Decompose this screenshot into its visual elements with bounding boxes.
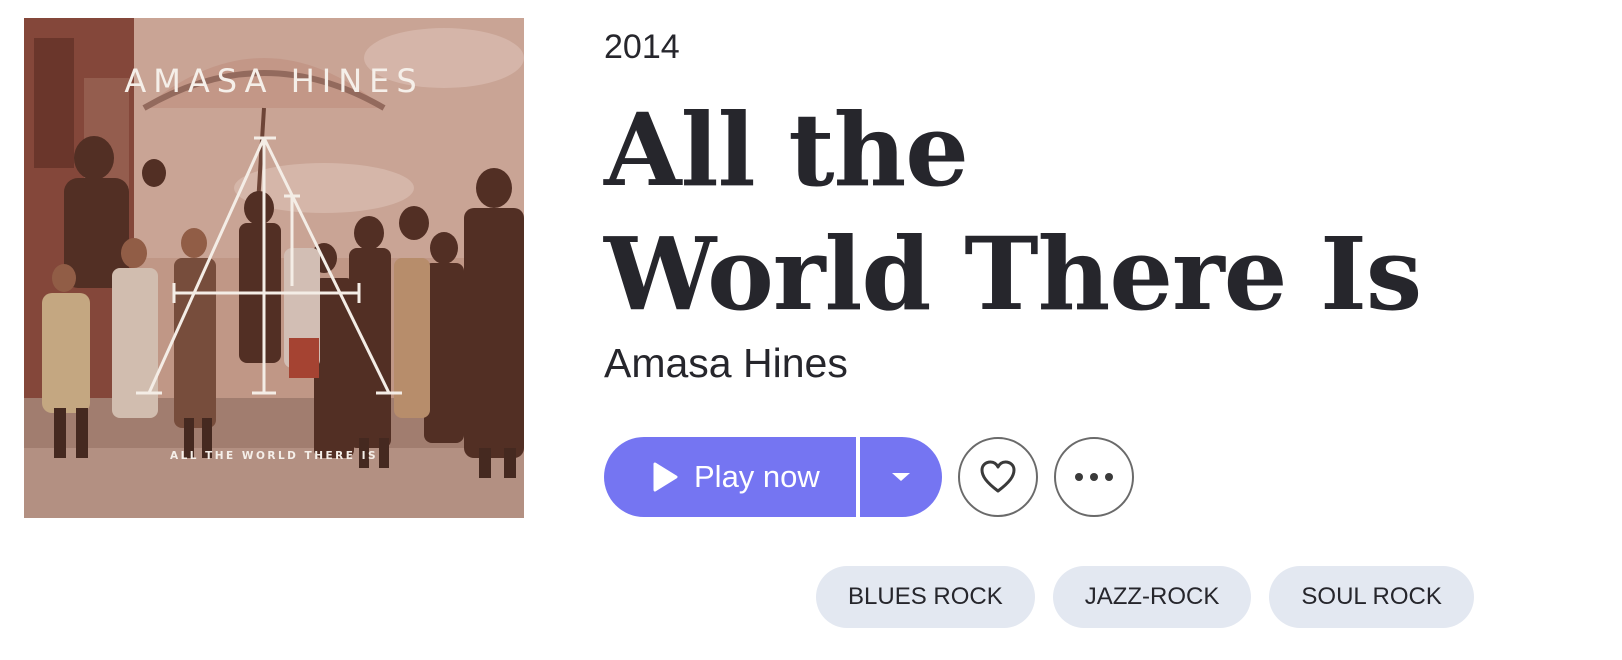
cover-album-text: ALL THE WORLD THERE IS (169, 450, 379, 462)
genre-tag[interactable]: BLUES ROCK (816, 566, 1035, 628)
genre-tag[interactable]: SOUL ROCK (1269, 566, 1474, 628)
more-options-button[interactable] (1054, 437, 1134, 517)
album-title-line-2: World There Is (604, 215, 1422, 333)
album-header: AMASA HINES ALL THE WORLD THERE IS 2014 … (0, 0, 1622, 660)
album-title: All the World There Is (604, 88, 1584, 336)
play-options-dropdown-button[interactable] (860, 437, 942, 517)
album-cover[interactable]: AMASA HINES ALL THE WORLD THERE IS (24, 18, 524, 518)
artist-link[interactable]: Amasa Hines (604, 340, 848, 387)
cover-artist-text: AMASA HINES (124, 62, 424, 100)
heart-icon (980, 460, 1016, 493)
play-now-label: Play now (694, 459, 820, 494)
play-now-button[interactable]: Play now (604, 437, 856, 517)
genre-tags: BLUES ROCK JAZZ-ROCK SOUL ROCK (816, 566, 1474, 628)
genre-tag[interactable]: JAZZ-ROCK (1052, 566, 1252, 628)
caret-down-icon (892, 473, 910, 481)
release-year: 2014 (604, 28, 680, 66)
play-icon (653, 462, 678, 492)
play-split-button: Play now (604, 437, 942, 517)
more-dots-icon (1075, 473, 1113, 481)
album-title-line-1: All the (604, 91, 969, 209)
favorite-button[interactable] (958, 437, 1038, 517)
